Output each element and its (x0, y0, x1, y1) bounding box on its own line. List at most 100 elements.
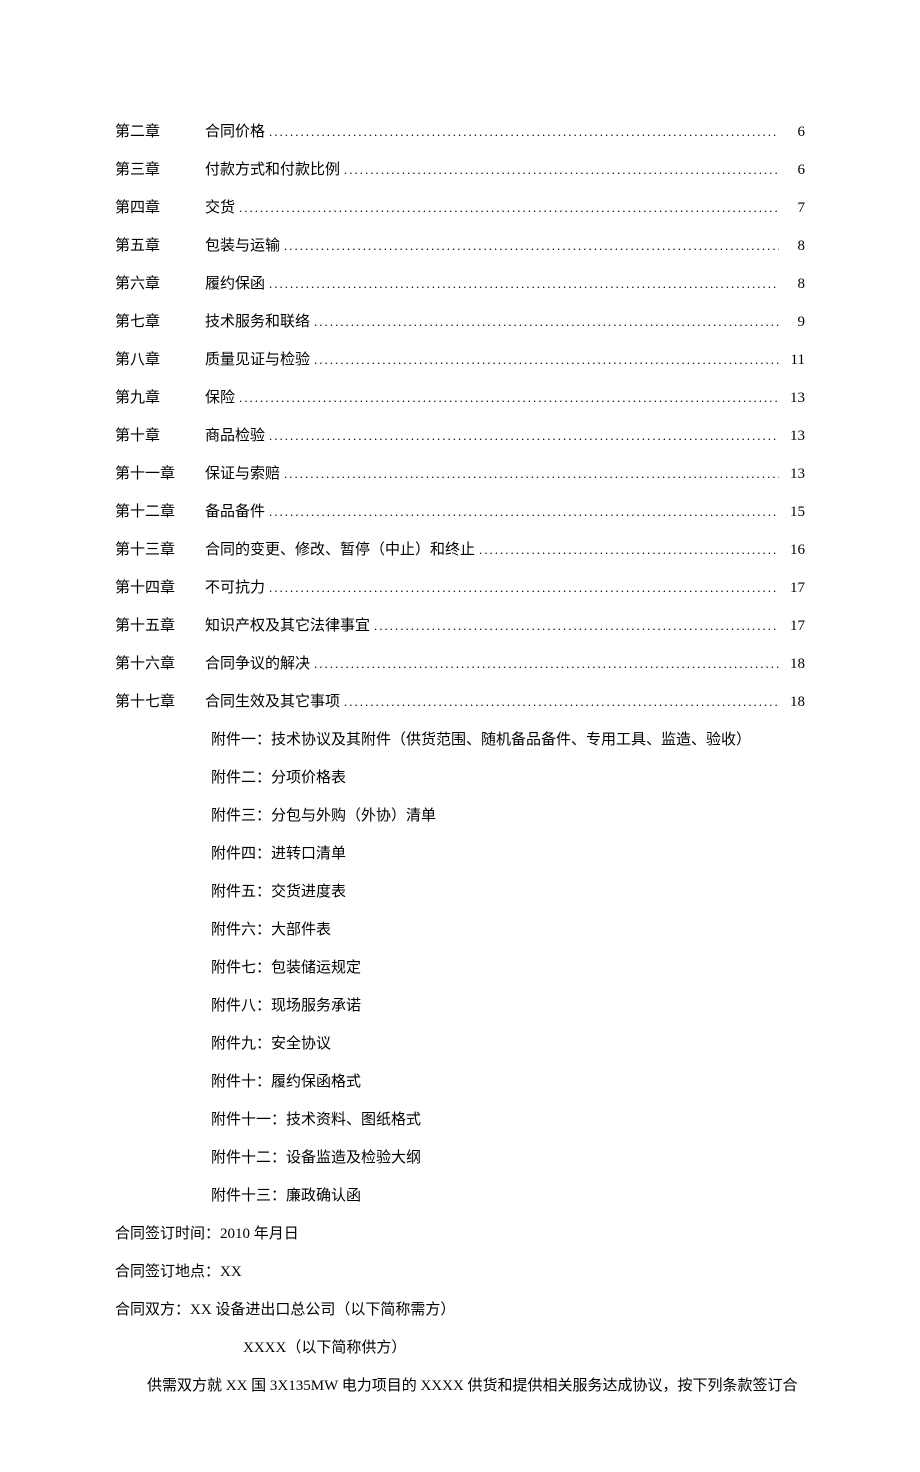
toc-title: 合同价格 (205, 120, 265, 144)
toc-chapter: 第六章 (115, 272, 205, 296)
toc-title: 履约保函 (205, 272, 265, 296)
toc-page: 7 (783, 196, 805, 220)
toc-entry: 第四章 交货 7 (115, 196, 805, 220)
toc-leader-dots (344, 690, 779, 714)
toc-chapter: 第三章 (115, 158, 205, 182)
toc-page: 8 (783, 234, 805, 258)
toc-leader-dots (479, 538, 779, 562)
toc-leader-dots (269, 120, 779, 144)
toc-title: 付款方式和付款比例 (205, 158, 340, 182)
appendix-item: 附件十二：设备监造及检验大纲 (115, 1146, 805, 1170)
toc-entry: 第七章 技术服务和联络 9 (115, 310, 805, 334)
supplier-line: XXXX（以下简称供方） (115, 1336, 805, 1360)
toc-leader-dots (314, 652, 779, 676)
toc-leader-dots (269, 424, 779, 448)
toc-entry: 第八章 质量见证与检验 11 (115, 348, 805, 372)
toc-page: 17 (783, 576, 805, 600)
toc-chapter: 第十三章 (115, 538, 205, 562)
toc-chapter: 第十七章 (115, 690, 205, 714)
appendix-item: 附件三：分包与外购（外协）清单 (115, 804, 805, 828)
toc-entry: 第三章 付款方式和付款比例 6 (115, 158, 805, 182)
toc-entry: 第十一章 保证与索赔 13 (115, 462, 805, 486)
appendix-item: 附件十一：技术资料、图纸格式 (115, 1108, 805, 1132)
parties-line: 合同双方：XX 设备进出口总公司（以下简称需方） (115, 1298, 805, 1322)
toc-page: 18 (783, 652, 805, 676)
toc-chapter: 第十四章 (115, 576, 205, 600)
toc-chapter: 第四章 (115, 196, 205, 220)
toc-leader-dots (239, 196, 779, 220)
toc-leader-dots (374, 614, 779, 638)
toc-entry: 第二章 合同价格 6 (115, 120, 805, 144)
agreement-paragraph: 供需双方就 XX 国 3X135MW 电力项目的 XXXX 供货和提供相关服务达… (115, 1374, 805, 1398)
sign-place-line: 合同签订地点：XX (115, 1260, 805, 1284)
toc-chapter: 第二章 (115, 120, 205, 144)
appendix-list: 附件一：技术协议及其附件（供货范围、随机备品备件、专用工具、监造、验收） 附件二… (115, 728, 805, 1208)
toc-title: 知识产权及其它法律事宜 (205, 614, 370, 638)
toc-leader-dots (344, 158, 779, 182)
toc-chapter: 第十六章 (115, 652, 205, 676)
toc-leader-dots (269, 272, 779, 296)
toc-page: 13 (783, 462, 805, 486)
toc-chapter: 第十一章 (115, 462, 205, 486)
toc-title: 质量见证与检验 (205, 348, 310, 372)
appendix-item: 附件十：履约保函格式 (115, 1070, 805, 1094)
toc-entry: 第六章 履约保函 8 (115, 272, 805, 296)
toc-title: 交货 (205, 196, 235, 220)
toc-title: 合同争议的解决 (205, 652, 310, 676)
toc-chapter: 第八章 (115, 348, 205, 372)
toc-leader-dots (314, 348, 779, 372)
appendix-item: 附件十三：廉政确认函 (115, 1184, 805, 1208)
toc-leader-dots (284, 234, 779, 258)
toc-entry: 第十三章 合同的变更、修改、暂停（中止）和终止 16 (115, 538, 805, 562)
toc-list: 第二章 合同价格 6 第三章 付款方式和付款比例 6 第四章 交货 7 第五章 … (115, 120, 805, 714)
toc-title: 合同的变更、修改、暂停（中止）和终止 (205, 538, 475, 562)
appendix-item: 附件一：技术协议及其附件（供货范围、随机备品备件、专用工具、监造、验收） (115, 728, 805, 752)
toc-page: 18 (783, 690, 805, 714)
toc-entry: 第十七章 合同生效及其它事项 18 (115, 690, 805, 714)
toc-chapter: 第十章 (115, 424, 205, 448)
toc-entry: 第十五章 知识产权及其它法律事宜 17 (115, 614, 805, 638)
toc-page: 6 (783, 120, 805, 144)
toc-page: 17 (783, 614, 805, 638)
toc-leader-dots (284, 462, 779, 486)
toc-page: 13 (783, 424, 805, 448)
toc-entry: 第十章 商品检验 13 (115, 424, 805, 448)
toc-chapter: 第十二章 (115, 500, 205, 524)
toc-page: 6 (783, 158, 805, 182)
appendix-item: 附件七：包装储运规定 (115, 956, 805, 980)
toc-page: 8 (783, 272, 805, 296)
toc-chapter: 第十五章 (115, 614, 205, 638)
toc-page: 16 (783, 538, 805, 562)
toc-chapter: 第五章 (115, 234, 205, 258)
toc-title: 合同生效及其它事项 (205, 690, 340, 714)
toc-leader-dots (314, 310, 779, 334)
toc-page: 11 (783, 348, 805, 372)
toc-entry: 第十六章 合同争议的解决 18 (115, 652, 805, 676)
toc-page: 9 (783, 310, 805, 334)
toc-entry: 第十二章 备品备件 15 (115, 500, 805, 524)
appendix-item: 附件二：分项价格表 (115, 766, 805, 790)
toc-title: 不可抗力 (205, 576, 265, 600)
toc-chapter: 第九章 (115, 386, 205, 410)
appendix-item: 附件九：安全协议 (115, 1032, 805, 1056)
toc-entry: 第九章 保险 13 (115, 386, 805, 410)
toc-title: 包装与运输 (205, 234, 280, 258)
toc-leader-dots (269, 576, 779, 600)
toc-page: 15 (783, 500, 805, 524)
contract-body: 合同签订时间：2010 年月日 合同签订地点：XX 合同双方：XX 设备进出口总… (115, 1222, 805, 1398)
toc-title: 保险 (205, 386, 235, 410)
toc-leader-dots (239, 386, 779, 410)
toc-page: 13 (783, 386, 805, 410)
appendix-item: 附件四：进转口清单 (115, 842, 805, 866)
toc-title: 商品检验 (205, 424, 265, 448)
toc-entry: 第十四章 不可抗力 17 (115, 576, 805, 600)
appendix-item: 附件六：大部件表 (115, 918, 805, 942)
toc-leader-dots (269, 500, 779, 524)
appendix-item: 附件八：现场服务承诺 (115, 994, 805, 1018)
toc-chapter: 第七章 (115, 310, 205, 334)
toc-entry: 第五章 包装与运输 8 (115, 234, 805, 258)
appendix-item: 附件五：交货进度表 (115, 880, 805, 904)
sign-date-line: 合同签订时间：2010 年月日 (115, 1222, 805, 1246)
toc-title: 保证与索赔 (205, 462, 280, 486)
toc-title: 备品备件 (205, 500, 265, 524)
